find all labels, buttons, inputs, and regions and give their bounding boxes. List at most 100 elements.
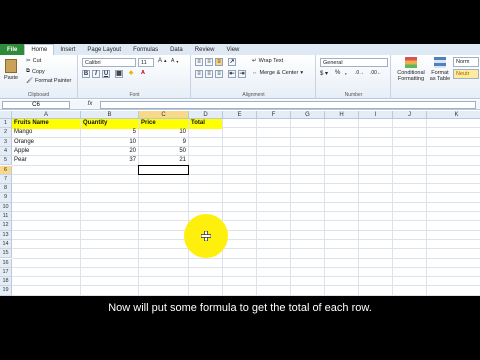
row-header-12[interactable]: 12 xyxy=(0,221,12,231)
borders-icon[interactable]: ▦ xyxy=(115,70,123,78)
conditional-formatting-button[interactable]: Conditional Formatting xyxy=(394,57,428,82)
tab-page-layout[interactable]: Page Layout xyxy=(81,44,127,55)
row-header-10[interactable]: 10 xyxy=(0,202,12,212)
italic-icon[interactable]: I xyxy=(92,70,100,78)
shrink-font-icon[interactable]: A ▾ xyxy=(171,58,178,64)
header-cell[interactable]: Total xyxy=(189,119,222,129)
row-header-18[interactable]: 18 xyxy=(0,277,12,287)
font-size-dropdown[interactable]: 11 xyxy=(138,58,154,67)
header-cell[interactable]: Quantity xyxy=(81,119,138,129)
name-box[interactable]: C6 xyxy=(2,101,70,109)
header-cell[interactable]: Fruits Name xyxy=(12,119,80,129)
gridline-horizontal xyxy=(12,257,480,259)
column-header-e[interactable]: E xyxy=(223,111,257,119)
align-bottom-icon[interactable]: ≡ xyxy=(215,58,223,66)
formula-input[interactable] xyxy=(100,101,476,109)
column-header-c[interactable]: C xyxy=(139,111,189,119)
increase-decimal-icon[interactable]: .0→ xyxy=(355,70,364,76)
column-header-f[interactable]: F xyxy=(257,111,291,119)
cut-button[interactable]: ✂ Cut xyxy=(26,58,41,64)
column-header-i[interactable]: I xyxy=(359,111,393,119)
merge-center-button[interactable]: ⇔ Merge & Center ▾ xyxy=(252,70,303,76)
chevron-down-icon: ▾ xyxy=(300,70,304,76)
decrease-decimal-icon[interactable]: .00← xyxy=(370,70,382,76)
wrap-text-button[interactable]: ↵ Wrap Text xyxy=(252,58,283,64)
gridline-horizontal xyxy=(12,201,480,203)
row-header-16[interactable]: 16 xyxy=(0,258,12,268)
orientation-icon[interactable]: ↗ xyxy=(228,58,236,66)
style-normal[interactable]: Norm xyxy=(453,57,479,67)
grow-font-icon[interactable]: A ▴ xyxy=(158,58,167,64)
row-header-3[interactable]: 3 xyxy=(0,137,12,147)
align-center-icon[interactable]: ≡ xyxy=(205,70,213,78)
row-header-4[interactable]: 4 xyxy=(0,146,12,157)
align-left-icon[interactable]: ≡ xyxy=(195,70,203,78)
column-header-d[interactable]: D xyxy=(189,111,223,119)
copy-icon: ⧉ xyxy=(26,68,30,74)
data-cell[interactable]: 20 xyxy=(81,147,138,157)
data-cell[interactable]: Pear xyxy=(12,156,80,166)
row-header-1[interactable]: 1 xyxy=(0,119,12,129)
data-cell[interactable]: Apple xyxy=(12,147,80,157)
align-right-icon[interactable]: ≡ xyxy=(215,70,223,78)
align-middle-icon[interactable]: ≡ xyxy=(205,58,213,66)
row-header-8[interactable]: 8 xyxy=(0,184,12,194)
data-cell[interactable]: 9 xyxy=(139,138,188,148)
column-header-b[interactable]: B xyxy=(81,111,139,119)
data-cell[interactable]: Mango xyxy=(12,128,80,138)
style-neutral[interactable]: Neutr xyxy=(453,69,479,79)
column-header-k[interactable]: K xyxy=(427,111,480,119)
data-cell[interactable]: 37 xyxy=(81,156,138,166)
row-header-5[interactable]: 5 xyxy=(0,156,12,166)
column-header-a[interactable]: A xyxy=(12,111,81,119)
tab-file[interactable]: File xyxy=(0,44,25,55)
paste-button[interactable]: Paste xyxy=(4,59,18,81)
align-top-icon[interactable]: ≡ xyxy=(195,58,203,66)
row-header-14[interactable]: 14 xyxy=(0,239,12,250)
comma-icon[interactable]: , xyxy=(345,70,347,76)
tab-home[interactable]: Home xyxy=(24,44,55,55)
column-header-g[interactable]: G xyxy=(291,111,325,119)
row-header-6[interactable]: 6 xyxy=(0,165,12,175)
row-header-17[interactable]: 17 xyxy=(0,267,12,278)
row-header-13[interactable]: 13 xyxy=(0,230,12,240)
tab-formulas[interactable]: Formulas xyxy=(127,44,164,55)
tab-review[interactable]: Review xyxy=(189,44,221,55)
number-format-dropdown[interactable]: General xyxy=(320,58,388,67)
row-header-15[interactable]: 15 xyxy=(0,249,12,259)
select-all-corner[interactable] xyxy=(0,111,12,119)
tab-insert[interactable]: Insert xyxy=(54,44,81,55)
percent-icon[interactable]: % xyxy=(335,70,340,76)
tab-view[interactable]: View xyxy=(220,44,245,55)
row-header-11[interactable]: 11 xyxy=(0,212,12,222)
decrease-indent-icon[interactable]: ⇤ xyxy=(228,70,236,78)
data-cell[interactable]: 10 xyxy=(139,128,188,138)
row-header-9[interactable]: 9 xyxy=(0,193,12,203)
currency-icon[interactable]: $ ▾ xyxy=(320,70,328,77)
font-name-dropdown[interactable]: Calibri xyxy=(82,58,136,67)
column-header-h[interactable]: H xyxy=(325,111,359,119)
row-header-2[interactable]: 2 xyxy=(0,128,12,138)
row-header-7[interactable]: 7 xyxy=(0,174,12,185)
row-header-19[interactable]: 19 xyxy=(0,286,12,296)
underline-icon[interactable]: U xyxy=(102,70,110,78)
data-cell[interactable]: 10 xyxy=(81,138,138,148)
selected-cell-c6[interactable] xyxy=(138,164,189,175)
copy-button[interactable]: ⧉ Copy xyxy=(26,68,45,75)
data-cell[interactable]: Orange xyxy=(12,138,80,148)
gridline-horizontal xyxy=(12,285,480,287)
header-cell[interactable]: Price xyxy=(139,119,188,129)
data-cell[interactable]: 50 xyxy=(139,147,188,157)
worksheet-grid[interactable]: A B C D E F G H I J K 1 2 3 4 5 6 7 8 9 10 11 12 13 14 15 16 17 18 19… xyxy=(0,111,480,296)
increase-indent-icon[interactable]: ⇥ xyxy=(238,70,246,78)
column-header-j[interactable]: J xyxy=(393,111,427,119)
font-color-icon[interactable]: A xyxy=(141,70,145,76)
bold-icon[interactable]: B xyxy=(82,70,90,78)
fill-color-icon[interactable]: ◆ xyxy=(129,70,133,76)
tab-data[interactable]: Data xyxy=(164,44,189,55)
excel-window: File Home Insert Page Layout Formulas Da… xyxy=(0,44,480,296)
fx-icon[interactable]: fx xyxy=(84,101,96,109)
format-as-table-button[interactable]: Format as Table xyxy=(429,57,451,82)
data-cell[interactable]: 5 xyxy=(81,128,138,138)
format-painter-button[interactable]: 🖌 Format Painter xyxy=(26,78,71,84)
